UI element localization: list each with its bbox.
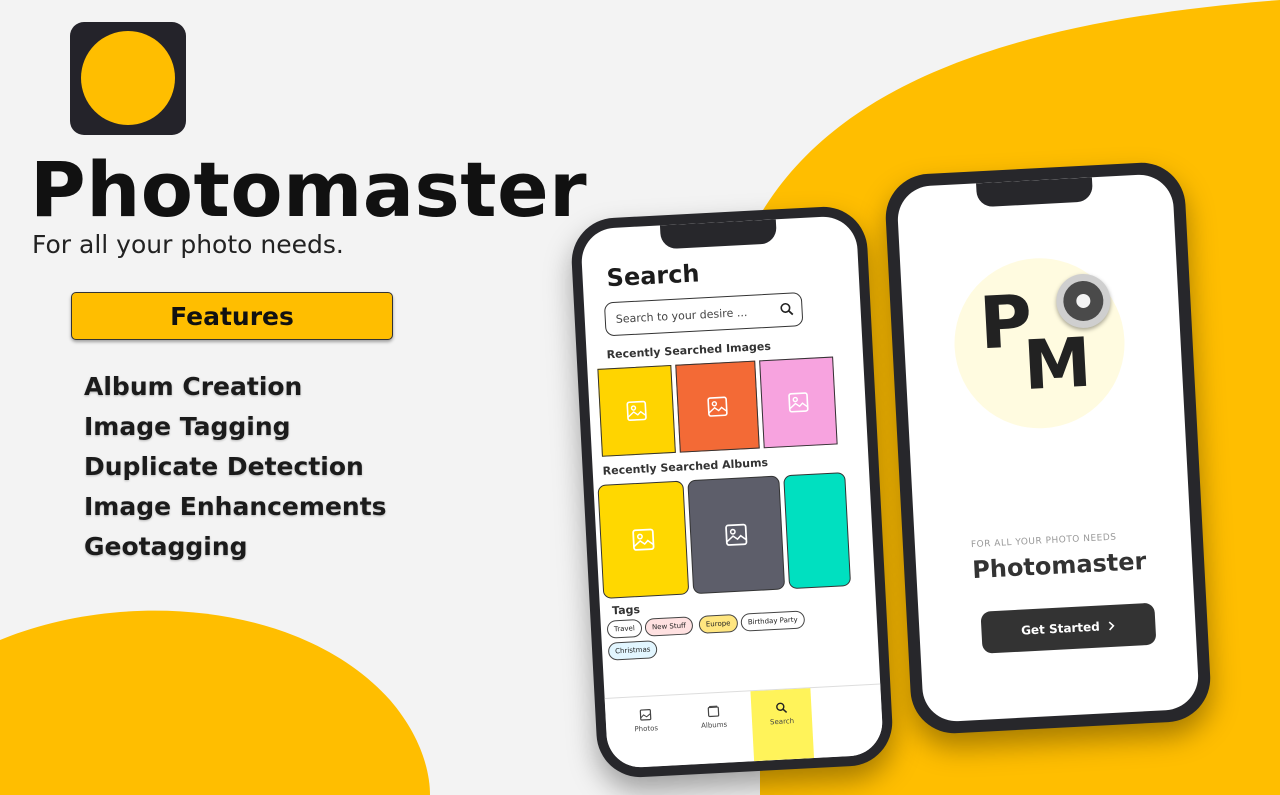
image-icon xyxy=(632,528,655,551)
yellow-blob-bottom-left xyxy=(0,610,430,795)
tab-albums-label: Albums xyxy=(700,720,728,730)
tag-chip-christmas[interactable]: Christmas xyxy=(607,640,658,661)
recent-album-thumb[interactable] xyxy=(597,480,690,599)
recent-album-thumb[interactable] xyxy=(783,472,852,590)
get-started-button[interactable]: Get Started xyxy=(980,602,1157,654)
recent-image-thumb[interactable] xyxy=(759,356,838,449)
welcome-screen: P M FOR ALL YOUR PHOTO NEEDS Photomaster… xyxy=(896,173,1200,723)
tag-chip-travel[interactable]: Travel xyxy=(606,618,643,639)
app-icon-circle xyxy=(81,31,175,125)
get-started-label: Get Started xyxy=(1020,619,1101,638)
tab-photos-label: Photos xyxy=(634,724,659,734)
recent-image-thumb[interactable] xyxy=(597,365,676,457)
feature-item: Duplicate Detection xyxy=(84,452,364,481)
search-input[interactable]: Search to your desire ... xyxy=(603,292,804,337)
welcome-title: Photomaster xyxy=(971,547,1147,585)
feature-item: Geotagging xyxy=(84,532,248,561)
tab-albums[interactable]: Albums xyxy=(683,704,744,731)
search-placeholder: Search to your desire ... xyxy=(615,305,748,326)
photos-icon xyxy=(639,709,652,721)
tab-photos[interactable]: Photos xyxy=(615,707,676,734)
features-button[interactable]: Features xyxy=(71,292,393,340)
image-icon xyxy=(707,396,728,417)
phone-search-mockup: Search Search to your desire ... Recentl… xyxy=(569,204,895,780)
image-icon xyxy=(725,523,748,546)
recent-album-thumb[interactable] xyxy=(687,475,786,595)
app-icon xyxy=(70,22,186,135)
search-screen: Search Search to your desire ... Recentl… xyxy=(580,215,884,769)
bottom-tab-bar: Photos Albums Search xyxy=(604,683,884,769)
image-icon xyxy=(626,400,647,422)
recent-image-thumb[interactable] xyxy=(675,360,760,453)
chevron-right-icon xyxy=(1109,621,1115,631)
tab-search[interactable]: Search xyxy=(750,688,815,762)
albums-icon xyxy=(707,705,720,718)
tag-chip-europe[interactable]: Europe xyxy=(698,613,738,634)
features-list: Album Creation Image Tagging Duplicate D… xyxy=(84,367,387,567)
search-icon xyxy=(776,702,788,714)
brand-tagline: For all your photo needs. xyxy=(32,230,344,259)
feature-item: Album Creation xyxy=(84,372,303,401)
logo-letter-m: M xyxy=(1021,323,1094,407)
feature-item: Image Tagging xyxy=(84,412,291,441)
brand-title: Photomaster xyxy=(30,145,588,234)
search-icon[interactable] xyxy=(779,302,794,317)
tag-chip-birthday-party[interactable]: Birthday Party xyxy=(740,610,806,632)
tags-label: Tags xyxy=(611,602,641,618)
phone-notch xyxy=(659,219,778,250)
phone-welcome-mockup: P M FOR ALL YOUR PHOTO NEEDS Photomaster… xyxy=(883,160,1213,736)
recent-images-label: Recently Searched Images xyxy=(606,339,772,362)
tag-chip-new-stuff[interactable]: New Stuff xyxy=(644,616,694,637)
recent-albums-label: Recently Searched Albums xyxy=(602,456,769,478)
welcome-subtitle: FOR ALL YOUR PHOTO NEEDS xyxy=(970,532,1117,551)
feature-item: Image Enhancements xyxy=(84,492,387,521)
phone-notch xyxy=(976,177,1094,208)
image-icon xyxy=(788,392,809,413)
search-screen-title: Search xyxy=(605,259,701,293)
tab-search-label: Search xyxy=(769,717,795,727)
